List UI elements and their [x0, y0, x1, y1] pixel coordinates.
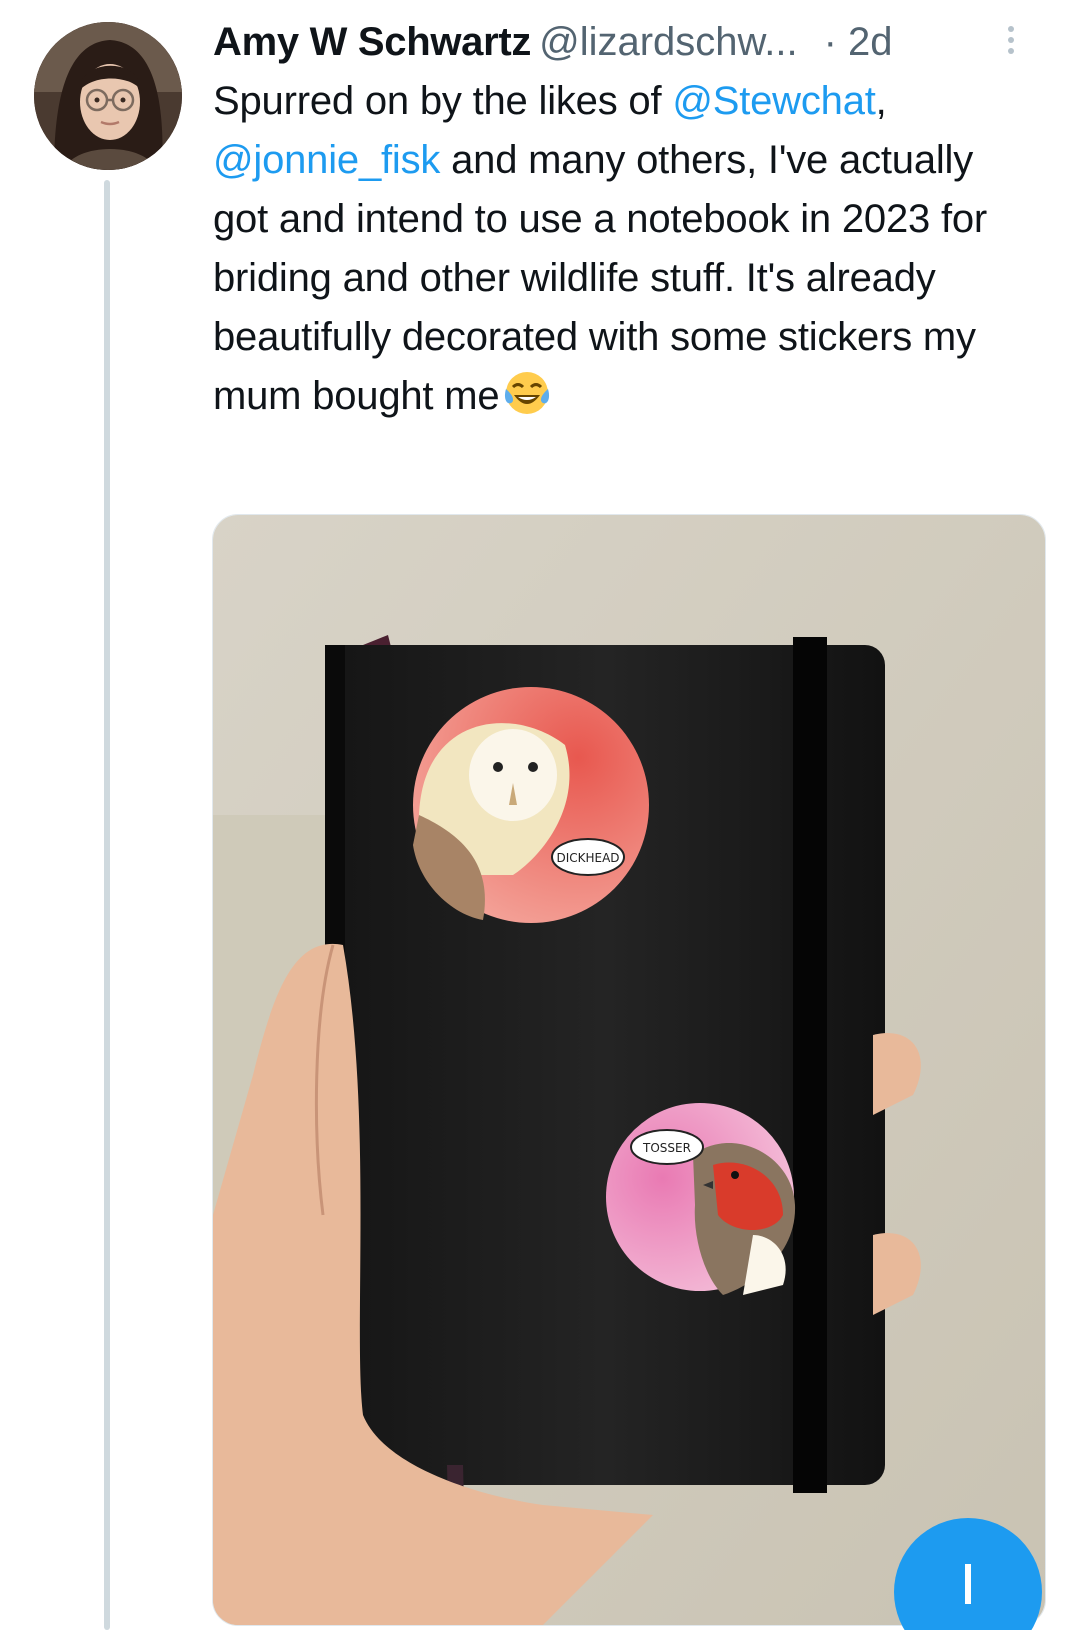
tweet-text-part: Spurred on by the likes of	[213, 79, 673, 123]
author-name[interactable]: Amy W Schwartz	[213, 20, 531, 64]
mention-stewchat[interactable]: @Stewchat	[672, 79, 876, 123]
more-vertical-icon[interactable]	[1005, 26, 1017, 62]
author-handle[interactable]: @lizardschw...	[539, 20, 797, 64]
plus-icon	[965, 1564, 971, 1604]
owl-sticker-text: DICKHEAD	[556, 851, 619, 865]
tweet[interactable]: Amy W Schwartz @lizardschw... · 2d Spurred…	[0, 0, 1080, 1630]
tweet-text: Spurred on by the likes of @Stewchat, @jo…	[213, 72, 1033, 434]
robin-sticker-text: TOSSER	[642, 1141, 691, 1155]
time-separator: ·	[823, 20, 837, 64]
avatar-image	[34, 22, 182, 170]
timestamp[interactable]: 2d	[848, 20, 893, 64]
tweet-text-part: ,	[875, 79, 887, 123]
tweet-header: Amy W Schwartz @lizardschw... · 2d	[213, 16, 1033, 68]
avatar[interactable]	[34, 22, 182, 170]
tweet-photo[interactable]: DICKHEAD TOSSER	[212, 514, 1046, 1626]
mention-jonnie-fisk[interactable]: @jonnie_fisk	[213, 138, 440, 182]
thread-line	[104, 180, 110, 1630]
face-with-tears-of-joy-icon	[503, 369, 551, 434]
notebook-photo: DICKHEAD TOSSER	[213, 515, 1045, 1625]
